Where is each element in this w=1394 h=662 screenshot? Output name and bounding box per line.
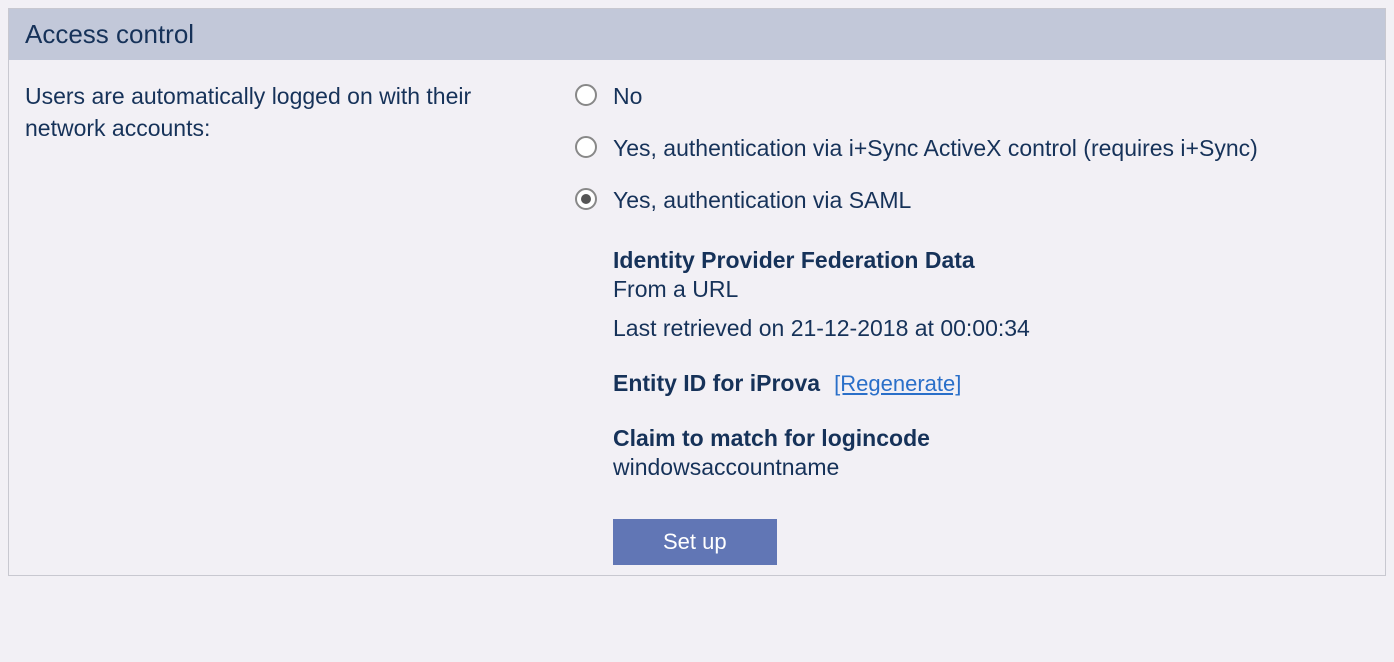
access-control-panel: Access control Users are automatically l…	[8, 8, 1386, 576]
entity-heading: Entity ID for iProva	[613, 370, 820, 396]
radio-icon[interactable]	[575, 188, 597, 210]
radio-icon[interactable]	[575, 136, 597, 158]
federation-last-retrieved: Last retrieved on 21-12-2018 at 00:00:34	[613, 315, 1369, 342]
panel-body: Users are automatically logged on with t…	[9, 60, 1385, 575]
claim-heading: Claim to match for logincode	[613, 425, 930, 451]
radio-option-no[interactable]: No	[575, 80, 1369, 112]
radio-label-isync: Yes, authentication via i+Sync ActiveX c…	[613, 132, 1258, 164]
setting-label: Users are automatically logged on with t…	[25, 80, 545, 565]
setup-button[interactable]: Set up	[613, 519, 777, 565]
claim-value: windowsaccountname	[613, 454, 1369, 481]
radio-label-no: No	[613, 80, 642, 112]
radio-option-isync[interactable]: Yes, authentication via i+Sync ActiveX c…	[575, 132, 1369, 164]
radio-option-saml[interactable]: Yes, authentication via SAML	[575, 184, 1369, 216]
federation-sub: From a URL	[613, 276, 1369, 303]
radio-icon[interactable]	[575, 84, 597, 106]
radio-label-saml: Yes, authentication via SAML	[613, 184, 911, 216]
claim-block: Claim to match for logincode windowsacco…	[613, 425, 1369, 481]
federation-block: Identity Provider Federation Data From a…	[613, 247, 1369, 342]
setting-options: No Yes, authentication via i+Sync Active…	[575, 80, 1369, 565]
entity-block: Entity ID for iProva [Regenerate]	[613, 370, 1369, 397]
saml-details: Identity Provider Federation Data From a…	[613, 247, 1369, 565]
regenerate-link[interactable]: [Regenerate]	[834, 371, 961, 396]
panel-title: Access control	[9, 9, 1385, 60]
federation-heading: Identity Provider Federation Data	[613, 247, 975, 273]
